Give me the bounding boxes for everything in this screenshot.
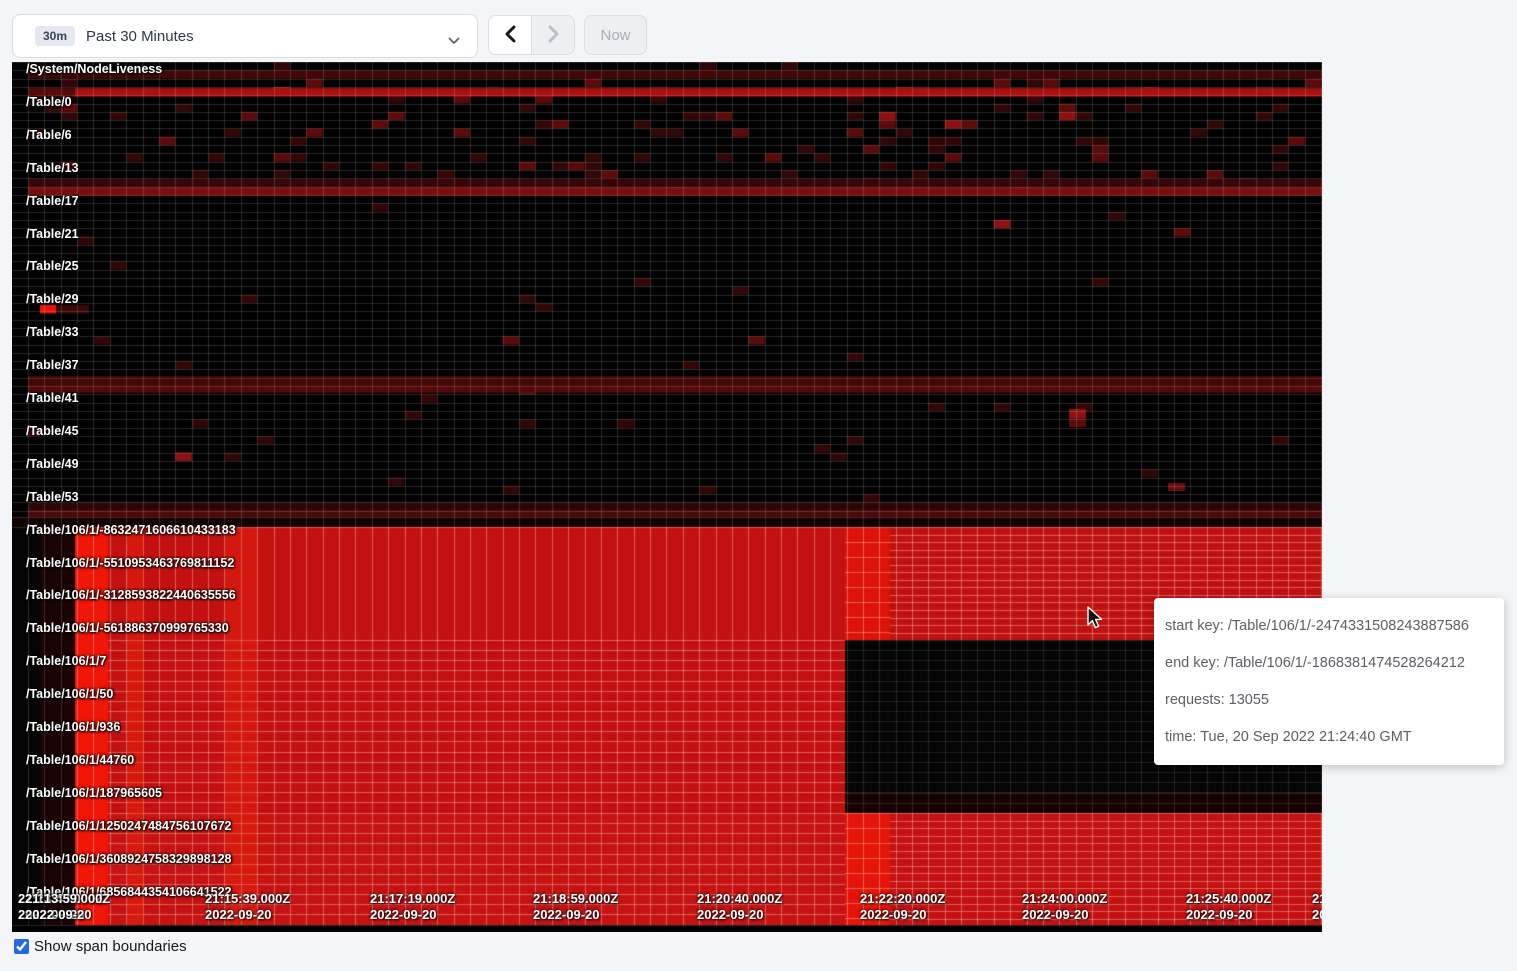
row-label: /Table/106/1/936 — [26, 720, 120, 734]
time-nav-group — [488, 15, 575, 55]
row-label: /Table/41 — [26, 391, 79, 405]
tooltip-requests: requests: 13055 — [1165, 682, 1504, 719]
row-label: /Table/106/1/-8632471606610433183 — [26, 523, 236, 537]
prev-range-button[interactable] — [489, 16, 531, 54]
row-label: /Table/106/1/3608924758329898128 — [26, 852, 232, 866]
row-label: /Table/106/1/-3128593822440635556 — [26, 588, 236, 602]
mouse-cursor-icon — [1084, 606, 1106, 635]
row-label: /Table/13 — [26, 161, 79, 175]
time-range-select[interactable]: 30m Past 30 Minutes — [12, 14, 478, 58]
heatmap-canvas[interactable] — [12, 62, 1322, 932]
time-tick-label: 21:17:19.000Z2022-09-20 — [370, 891, 455, 923]
key-visualizer: /System/NodeLiveness/Table/0/Table/6/Tab… — [12, 62, 1322, 932]
chevron-right-icon — [547, 25, 560, 46]
time-tick-label: 21:24:00.000Z2022-09-20 — [1022, 891, 1107, 923]
row-label: /Table/25 — [26, 259, 79, 273]
row-label: /Table/45 — [26, 424, 79, 438]
row-label: /System/NodeLiveness — [26, 62, 162, 76]
time-tick-label: 21:18:59.000Z2022-09-20 — [533, 891, 618, 923]
show-span-boundaries-control: Show span boundaries — [14, 938, 187, 955]
row-label: /Table/29 — [26, 292, 79, 306]
tooltip-start-key: start key: /Table/106/1/-247433150824388… — [1165, 608, 1504, 645]
row-label: /Table/53 — [26, 490, 79, 504]
row-label: /Table/106/1/7 — [26, 654, 106, 668]
row-label: /Table/37 — [26, 358, 79, 372]
tooltip-end-key: end key: /Table/106/1/-18683814745282642… — [1165, 645, 1504, 682]
time-tick-label: 21:20:40.000Z2022-09-20 — [697, 891, 782, 923]
row-label: /Table/33 — [26, 325, 79, 339]
row-label: /Table/17 — [26, 194, 79, 208]
row-label: /Table/106/1/44760 — [26, 753, 134, 767]
chevron-down-icon — [448, 32, 460, 50]
row-label: /Table/106/1/187965605 — [26, 786, 162, 800]
row-label: /Table/49 — [26, 457, 79, 471]
row-label: /Table/106/1/-5510953463769811152 — [26, 556, 234, 570]
now-button[interactable]: Now — [584, 15, 647, 55]
heatmap-clip: /System/NodeLiveness/Table/0/Table/6/Tab… — [12, 62, 1322, 932]
time-tick-label: 21:25:40.000Z2022-09-20 — [1186, 891, 1271, 923]
range-badge: 30m — [35, 26, 75, 46]
row-label: /Table/106/1/-561886370999765330 — [26, 621, 229, 635]
show-span-boundaries-checkbox[interactable] — [14, 939, 29, 954]
range-label: Past 30 Minutes — [86, 28, 194, 45]
time-tick-label: 21:22:20.000Z2022-09-20 — [860, 891, 945, 923]
next-range-button[interactable] — [531, 16, 574, 54]
chevron-left-icon — [504, 25, 517, 46]
row-label: /Table/106/1/1250247484756107672 — [26, 819, 232, 833]
checkbox-label: Show span boundaries — [34, 938, 187, 955]
row-label: /Table/6 — [26, 128, 72, 142]
row-label: /Table/106/1/50 — [26, 687, 113, 701]
time-tick-label: 21:27:20.000Z2022-09-20 — [1312, 891, 1322, 923]
hover-tooltip: start key: /Table/106/1/-247433150824388… — [1154, 598, 1504, 765]
row-label: /Table/0 — [26, 95, 72, 109]
tooltip-time: time: Tue, 20 Sep 2022 21:24:40 GMT — [1165, 719, 1504, 756]
time-tick-label: 21:15:39.000Z2022-09-20 — [205, 891, 290, 923]
row-label: /Table/21 — [26, 227, 79, 241]
time-tick-label: 21:13:59.000Z2022-09-20 — [25, 891, 110, 923]
